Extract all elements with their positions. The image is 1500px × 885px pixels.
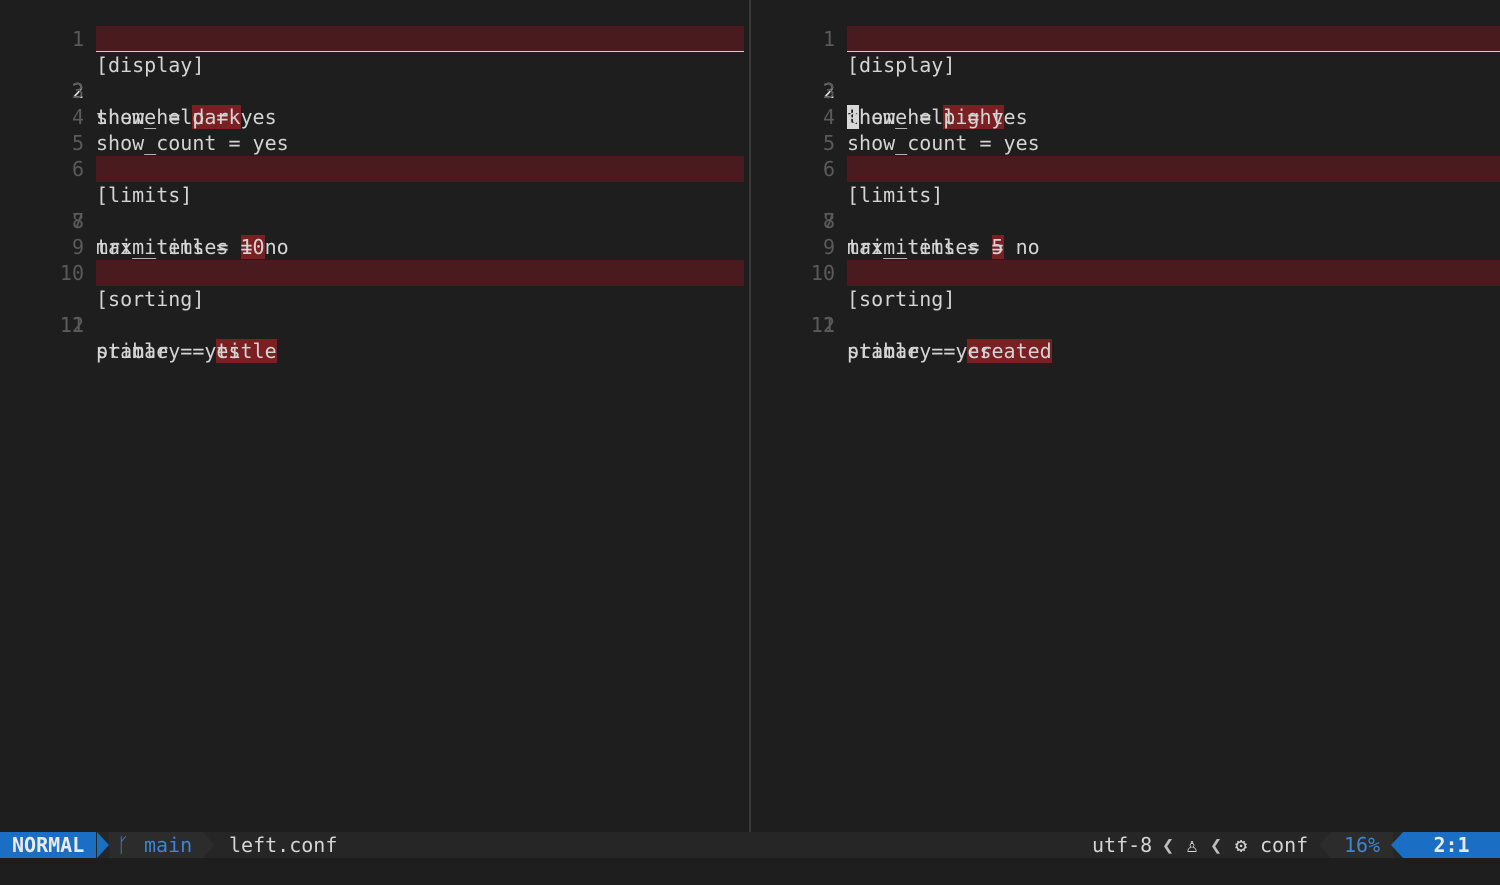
chevron-left-icon: ❮ — [1162, 833, 1175, 857]
code-text: show_count = yes — [96, 131, 289, 155]
git-branch-icon: ᚴ — [117, 833, 129, 857]
code-line[interactable]: 3 show_help = yes — [0, 52, 277, 129]
code-line-changed[interactable]: 11 primary = created — [751, 260, 1500, 363]
diff-change-highlight — [96, 26, 744, 52]
powerline-separator — [203, 832, 214, 858]
diff-change-highlight — [847, 26, 1500, 52]
code-line[interactable]: 9 — [751, 208, 835, 259]
chevron-left-icon: ❮ — [1210, 833, 1223, 857]
scroll-percent: 16% — [1331, 832, 1393, 858]
code-line-changed[interactable]: 2 theme = dark — [0, 26, 749, 129]
code-line[interactable]: 1 [display] — [751, 0, 955, 77]
command-line[interactable] — [0, 858, 1500, 885]
code-line-changed[interactable]: 2 theme = light — [751, 26, 1500, 129]
file-type: conf — [1260, 833, 1309, 857]
right-diff-pane[interactable]: 1 [display] 2 theme = light 3 show_help … — [751, 0, 1500, 832]
code-text: [sorting] — [96, 287, 205, 311]
code-line[interactable]: 4 show_count = yes — [751, 78, 1040, 155]
code-line[interactable]: 5 — [0, 104, 84, 155]
code-line[interactable]: 5 — [751, 104, 835, 155]
powerline-separator — [97, 832, 109, 858]
code-text: show_help = yes — [847, 105, 1028, 129]
code-text: stable = yes — [847, 339, 992, 363]
line-number: 12 — [59, 313, 84, 337]
statusline: NORMAL ᚴ main left.conf utf-8 ❮ ♙ ❮ ⚙ co… — [0, 832, 1500, 858]
code-line[interactable]: 10 [sorting] — [0, 234, 204, 311]
left-diff-pane[interactable]: 1 [display] 2 theme = dark 3 show_help =… — [0, 0, 749, 832]
code-text: [display] — [96, 53, 205, 77]
diff-change-highlight — [96, 156, 744, 182]
code-line[interactable]: 3 show_help = yes — [751, 52, 1028, 129]
cursor-position: 2:1 — [1403, 832, 1500, 858]
line-number: 12 — [810, 313, 835, 337]
file-encoding: utf-8 — [1092, 833, 1153, 857]
code-text: [limits] — [847, 183, 944, 207]
code-text: stable = yes — [96, 339, 241, 363]
code-line[interactable]: 9 — [0, 208, 84, 259]
file-name: left.conf — [229, 833, 338, 857]
code-line[interactable]: 6 [limits] — [751, 130, 943, 207]
diff-change-highlight — [847, 260, 1500, 286]
mode-indicator: NORMAL — [0, 832, 97, 858]
code-text: [sorting] — [847, 287, 956, 311]
code-line-changed[interactable]: 7 max_items = 10 — [0, 156, 749, 259]
code-line[interactable]: 4 show_count = yes — [0, 78, 289, 155]
code-line-changed[interactable]: 11 primary = title — [0, 260, 749, 363]
git-branch-name: main — [144, 833, 193, 857]
powerline-separator — [1319, 832, 1331, 858]
code-line[interactable]: 8 trim_titles = no — [0, 182, 289, 259]
code-line[interactable]: 8 trim_titles = no — [751, 182, 1040, 259]
cursorline-underline — [847, 51, 1500, 52]
linux-icon: ♙ — [1186, 833, 1199, 857]
editor-area: 1 [display] 2 theme = dark 3 show_help =… — [0, 0, 1500, 832]
code-line[interactable]: 6 [limits] — [0, 130, 192, 207]
code-text: show_help = yes — [96, 105, 277, 129]
gear-icon: ⚙ — [1235, 833, 1248, 857]
code-text: trim_titles = no — [96, 235, 289, 259]
git-branch-segment: ᚴ main — [109, 832, 203, 858]
code-text: [display] — [847, 53, 956, 77]
cursorline-underline — [96, 51, 744, 52]
diff-change-highlight — [96, 260, 744, 286]
code-line[interactable]: 12 stable = yes — [0, 286, 241, 363]
code-text: [limits] — [96, 183, 193, 207]
code-text: show_count = yes — [847, 131, 1040, 155]
code-line[interactable]: 10 [sorting] — [751, 234, 955, 311]
code-line[interactable]: 12 stable = yes — [751, 286, 992, 363]
code-line-changed[interactable]: 7 max_items = 5 — [751, 156, 1500, 259]
powerline-separator — [1391, 832, 1403, 858]
diff-change-highlight — [847, 156, 1500, 182]
code-text: trim_titles = no — [847, 235, 1040, 259]
code-line[interactable]: 1 [display] — [0, 0, 204, 77]
